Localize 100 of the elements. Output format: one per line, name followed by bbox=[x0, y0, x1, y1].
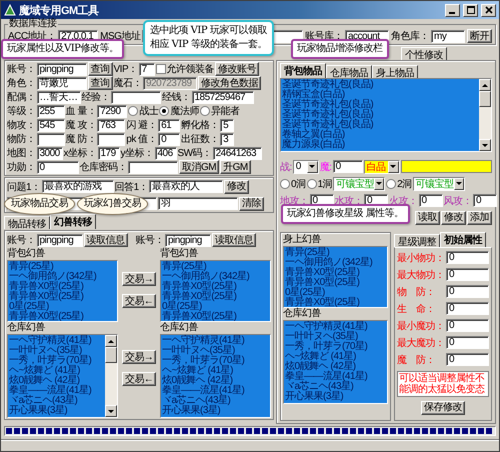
dropdown[interactable]: 白品 bbox=[364, 160, 400, 174]
text-field[interactable] bbox=[111, 90, 161, 104]
text-field[interactable]: 0 bbox=[473, 194, 497, 207]
tab[interactable]: 背包物品 bbox=[280, 63, 326, 78]
button[interactable]: 读取 bbox=[415, 210, 440, 224]
radio-button[interactable]: 1洞 bbox=[306, 176, 332, 190]
list-item[interactable]: 一叶叶ヌヘ(35星) bbox=[285, 332, 386, 342]
list-item[interactable]: 精钢宝盒(白品) bbox=[282, 90, 478, 100]
list-item[interactable]: 青异兽X0型(25星) bbox=[285, 298, 386, 307]
minimize-button[interactable] bbox=[445, 4, 460, 16]
list-item[interactable]: 青异兽X0型(25星) bbox=[285, 278, 386, 288]
list-item[interactable]: 青异兽X0型(25星) bbox=[162, 282, 269, 292]
button[interactable]: 读取信息 bbox=[84, 233, 128, 247]
button[interactable]: 交易→ bbox=[122, 350, 156, 364]
text-field[interactable]: 255 bbox=[36, 104, 64, 118]
list-item[interactable]: 一ヘ御用鸽ノ(342星) bbox=[285, 258, 386, 268]
text-field[interactable]: 3000 bbox=[36, 146, 62, 160]
list-item[interactable]: 一叶叶ヌヘ(35星) bbox=[9, 346, 104, 356]
dropdown[interactable]: 可镶宝型 bbox=[412, 176, 465, 190]
list-item[interactable]: 一秀，叶芽ラ(70星) bbox=[9, 356, 104, 366]
text-field[interactable]: pingping bbox=[165, 234, 211, 246]
list-item[interactable]: 一叶叶ヌヘ(35星) bbox=[162, 346, 269, 356]
list-item[interactable]: 青异兽X0型(25星) bbox=[9, 292, 116, 302]
list-box[interactable]: 青异(25星) 一ヘ御用鸽ノ(342星) 青异兽X0型(25星) 青异兽X0型(25星) 0星(25星) 青异兽X0型(25星) bbox=[284, 247, 387, 307]
list-box[interactable]: 青异(25星) 一ヘ御用鸽ノ(342星) 青异兽X0型(25星) 青异兽X0型(25星) 0星(25星) 青异兽X0型(25星) bbox=[8, 261, 117, 321]
list-item[interactable]: 一秀，叶芽ラ(70星) bbox=[162, 356, 269, 366]
button[interactable]: 清除 bbox=[239, 196, 264, 210]
list-item[interactable]: 炫0靓舞ヘ (42星) bbox=[162, 376, 269, 386]
radio-button[interactable]: 异能者 bbox=[200, 104, 240, 118]
button[interactable]: 交易→ bbox=[122, 272, 156, 286]
list-item[interactable]: 拳皇——流星(41星) bbox=[162, 386, 269, 396]
list-item[interactable]: 炫0靓舞ヘ (42星) bbox=[9, 376, 104, 386]
list-item[interactable]: 开心果果(3星) bbox=[9, 406, 104, 416]
maximize-button[interactable] bbox=[463, 4, 478, 16]
list-item[interactable]: 青异(25星) bbox=[162, 262, 269, 272]
list-item[interactable]: ヾa芯ニヘ(43星) bbox=[285, 382, 386, 392]
text-field[interactable]: 最喜欢的游戏 bbox=[42, 180, 114, 193]
text-field[interactable]: 0 bbox=[36, 160, 78, 174]
radio-button[interactable]: 0洞 bbox=[280, 176, 306, 190]
list-item[interactable]: 炫0靓舞ヘ (42星) bbox=[285, 362, 386, 372]
text-field[interactable]: 羽 bbox=[158, 197, 238, 210]
text-field[interactable] bbox=[128, 160, 178, 174]
button[interactable]: 修改账号 bbox=[215, 62, 260, 76]
text-field[interactable]: 545 bbox=[36, 118, 64, 132]
list-item[interactable]: ヾa芯ニヘ(43星) bbox=[162, 396, 269, 406]
close-button[interactable] bbox=[481, 4, 496, 16]
button[interactable]: 保存修改 bbox=[421, 400, 465, 414]
list-item[interactable]: ヘ~炫舞ど (41星) bbox=[9, 366, 104, 376]
radio-button[interactable]: 2洞 bbox=[386, 176, 412, 190]
tab[interactable]: 幻兽转移 bbox=[50, 214, 96, 229]
radio-button[interactable]: 魔法师 bbox=[159, 104, 199, 118]
checkbox[interactable]: 允许领装备 bbox=[156, 62, 214, 76]
text-field[interactable]: 0 bbox=[446, 302, 489, 315]
list-item[interactable]: 拳皇——流星(41星) bbox=[285, 372, 386, 382]
button[interactable]: 交易← bbox=[122, 294, 156, 308]
tab[interactable]: 身上物品 bbox=[372, 65, 418, 78]
text-field[interactable]: 0 bbox=[446, 268, 489, 281]
text-field[interactable]: 0 bbox=[158, 132, 180, 146]
text-field[interactable]: 0 bbox=[418, 194, 442, 207]
text-field[interactable]: 苛嫩児 bbox=[36, 76, 86, 90]
list-item[interactable]: 一秀，叶芽ラ(70星) bbox=[285, 342, 386, 352]
text-field[interactable]: 0 bbox=[446, 336, 489, 349]
list-item[interactable]: 一ヘ御用鸽ノ(342星) bbox=[162, 272, 269, 282]
list-item[interactable]: 0星(25星) bbox=[9, 302, 116, 312]
text-field[interactable]: 0 bbox=[332, 160, 363, 173]
text-field[interactable] bbox=[97, 132, 126, 146]
list-item[interactable]: 青异(25星) bbox=[9, 262, 116, 272]
tab[interactable]: 仓库物品 bbox=[326, 65, 372, 78]
tab[interactable]: 星级调整 bbox=[394, 234, 440, 247]
button[interactable]: 修改 bbox=[224, 180, 250, 194]
text-field[interactable]: 61 bbox=[158, 118, 180, 132]
text-field[interactable]: 763 bbox=[97, 118, 126, 132]
text-field[interactable]: …誓天… bbox=[36, 90, 80, 104]
color-field[interactable] bbox=[400, 160, 492, 173]
text-field[interactable]: 7290 bbox=[97, 104, 128, 118]
tab[interactable]: 个性修改 bbox=[401, 47, 447, 60]
list-item[interactable]: 魔力源泉(白品) bbox=[282, 140, 478, 150]
text-field[interactable]: 24641263 bbox=[212, 146, 262, 160]
list-item[interactable]: 卷轴之翼(白品) bbox=[282, 130, 478, 140]
button[interactable]: 读取信息 bbox=[212, 233, 256, 247]
list-item[interactable]: 青异兽X0型(25星) bbox=[162, 292, 269, 302]
text-field[interactable]: 1857259467 bbox=[192, 90, 254, 104]
list-item[interactable]: 0星(25星) bbox=[162, 302, 269, 312]
list-item[interactable]: 圣诞节奇迹礼包(良品) bbox=[282, 100, 478, 110]
button[interactable]: 添加 bbox=[467, 210, 492, 224]
scrollbar[interactable] bbox=[479, 79, 491, 151]
tab[interactable]: 物品转移 bbox=[4, 216, 50, 229]
list-item[interactable]: 开心果果(3星) bbox=[162, 406, 269, 416]
text-field[interactable]: 0 bbox=[446, 319, 489, 332]
button[interactable]: 交易← bbox=[122, 372, 156, 386]
tab[interactable]: 初始属性 bbox=[440, 232, 486, 247]
list-item[interactable]: 青异(25星) bbox=[285, 248, 386, 258]
text-field[interactable]: 0 bbox=[446, 353, 489, 366]
button[interactable]: 取消GM bbox=[179, 160, 220, 174]
radio-button[interactable]: 战士 bbox=[128, 104, 158, 118]
text-field[interactable]: 5 bbox=[220, 118, 234, 132]
list-item[interactable]: 开心果果(3星) bbox=[285, 392, 386, 402]
list-item[interactable]: 青异兽X0型(25星) bbox=[162, 312, 269, 321]
scrollbar[interactable] bbox=[105, 335, 117, 417]
button[interactable]: 修改角色数据 bbox=[198, 76, 261, 90]
